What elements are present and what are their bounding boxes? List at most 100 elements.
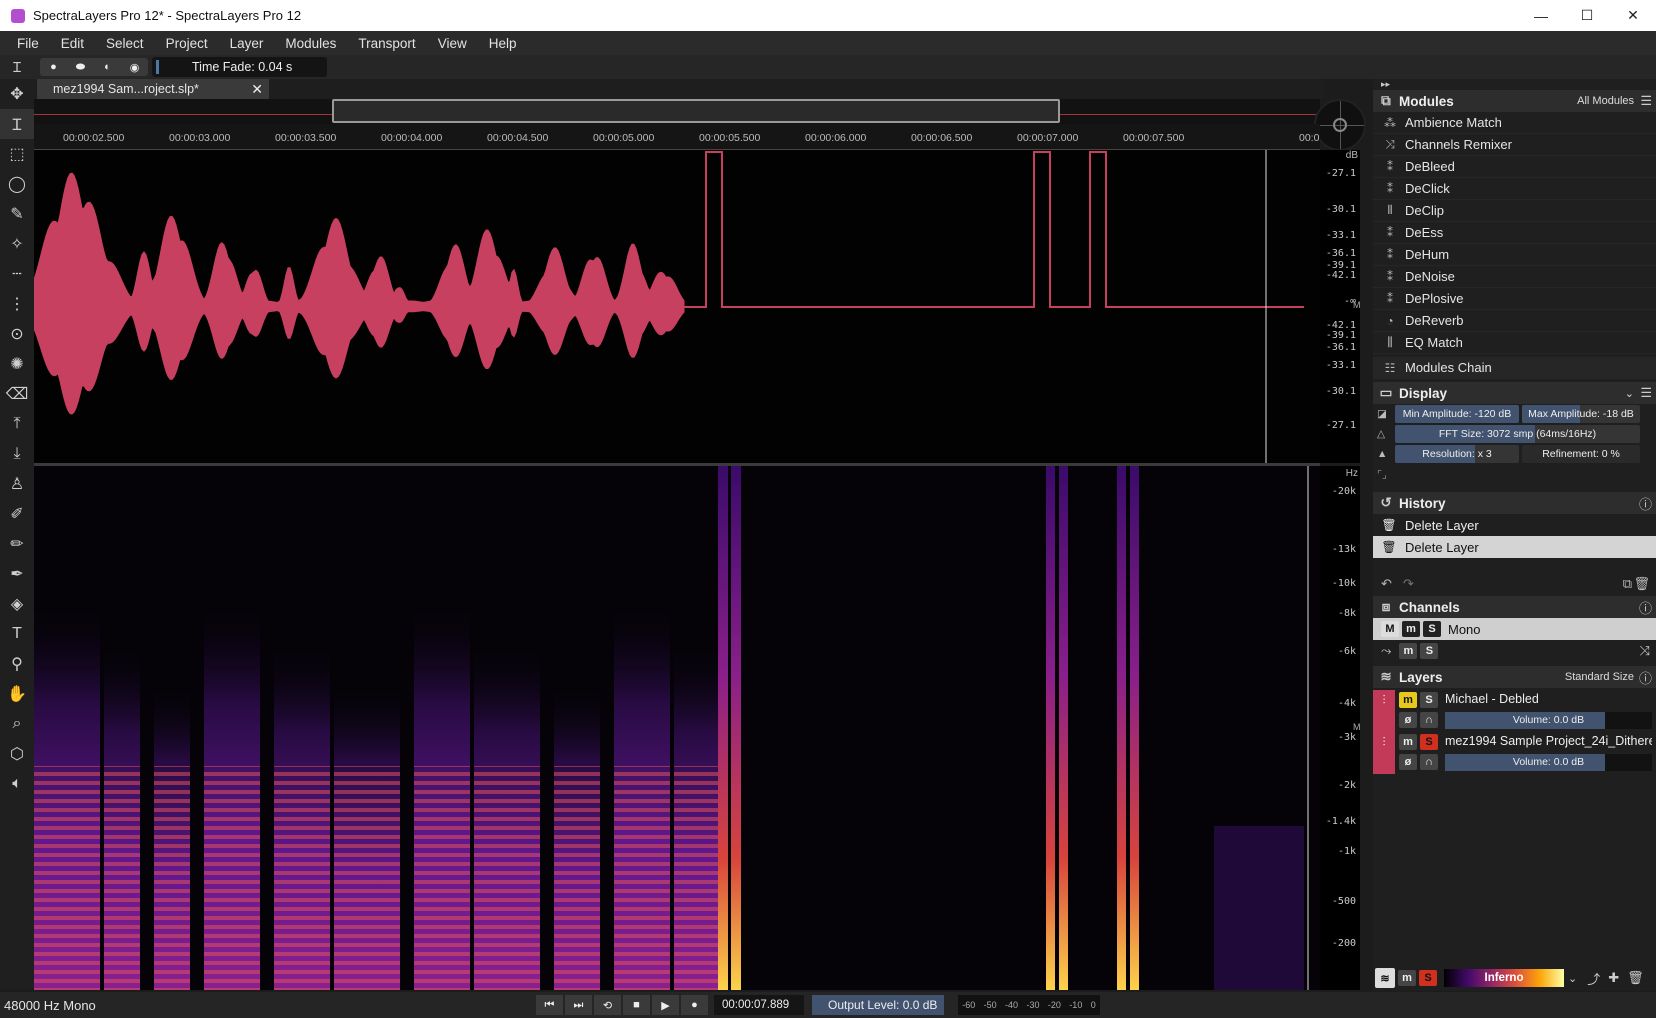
- history-item-selected[interactable]: 🗑︎ Delete Layer: [1373, 536, 1656, 558]
- route-icon[interactable]: ⤳: [1381, 643, 1391, 659]
- layers-header[interactable]: ≋ Layers Standard Size ⓘ: [1373, 666, 1656, 688]
- copy-icon[interactable]: ⧉: [1623, 576, 1632, 592]
- fft-size-slider[interactable]: FFT Size: 3072 smp (64ms/16Hz): [1395, 425, 1640, 443]
- channel-solo-button[interactable]: S: [1420, 643, 1439, 659]
- collapse-panels-icon[interactable]: ▸▸: [1373, 79, 1656, 90]
- colormap-dropdown[interactable]: Inferno: [1444, 969, 1564, 987]
- history-header[interactable]: ↺ History ⓘ: [1373, 492, 1656, 514]
- spot-selection-tool-icon[interactable]: ✺: [0, 349, 34, 379]
- menu-transport[interactable]: Transport: [347, 36, 426, 51]
- document-tab[interactable]: mez1994 Sam...roject.slp* ✕: [37, 79, 269, 99]
- mode-half-icon[interactable]: ◐: [94, 58, 121, 76]
- module-declick[interactable]: ⁑ DeClick: [1373, 178, 1656, 200]
- time-selection-tool-icon[interactable]: Ɪ: [0, 109, 34, 139]
- output-level-slider[interactable]: Output Level: 0.0 dB: [812, 995, 944, 1015]
- history-item[interactable]: 🗑︎ Delete Layer: [1373, 514, 1656, 536]
- frequency-selection-tool-icon[interactable]: ┄: [0, 259, 34, 289]
- chevron-down-icon[interactable]: ⌄: [1568, 972, 1577, 985]
- resolution-slider[interactable]: Resolution: x 3: [1395, 445, 1519, 463]
- waveform-view[interactable]: [34, 150, 1320, 463]
- maximize-button[interactable]: ☐: [1564, 0, 1610, 31]
- min-amplitude-slider[interactable]: Min Amplitude: -120 dB: [1395, 405, 1519, 423]
- module-dehum[interactable]: ⁑ DeHum: [1373, 244, 1656, 266]
- layers-stack-icon[interactable]: ≋: [1375, 968, 1395, 988]
- pencil-tool-icon[interactable]: ✏: [0, 529, 34, 559]
- layer-item[interactable]: ⫶ m S Michael - Debled ø ∩ Volume: 0.0 d…: [1373, 690, 1656, 732]
- module-declip[interactable]: ⫴ DeClip: [1373, 200, 1656, 222]
- modules-header[interactable]: ⧉ Modules All Modules ☰: [1373, 90, 1656, 112]
- layer-mute-button[interactable]: m: [1399, 692, 1417, 708]
- module-ambience-match[interactable]: ⁂ Ambience Match: [1373, 112, 1656, 134]
- shuffle-icon[interactable]: ⤨: [1640, 643, 1650, 659]
- menu-select[interactable]: Select: [95, 36, 155, 51]
- phase-invert-icon[interactable]: ø: [1399, 712, 1417, 728]
- channel-mute-button[interactable]: m: [1399, 643, 1418, 659]
- undo-icon[interactable]: ↶: [1381, 576, 1392, 592]
- phase-invert-icon[interactable]: ø: [1399, 754, 1417, 770]
- refinement-slider[interactable]: Refinement: 0 %: [1522, 445, 1640, 463]
- module-deplosive[interactable]: ⁑ DePlosive: [1373, 288, 1656, 310]
- mode-ring-icon[interactable]: ◉: [121, 58, 148, 76]
- add-layer-icon[interactable]: ✚: [1608, 970, 1619, 986]
- fill-tool-icon[interactable]: ◈: [0, 589, 34, 619]
- module-debleed[interactable]: ⁑ DeBleed: [1373, 156, 1656, 178]
- mode-circle-icon[interactable]: ●: [40, 58, 67, 76]
- global-solo-button[interactable]: S: [1419, 970, 1437, 986]
- heal-tool-icon[interactable]: ✐: [0, 499, 34, 529]
- menu-view[interactable]: View: [427, 36, 478, 51]
- help-icon[interactable]: ⓘ: [1639, 598, 1652, 617]
- menu-file[interactable]: File: [6, 36, 50, 51]
- layer-size-dropdown[interactable]: Standard Size: [1565, 671, 1634, 683]
- channel-mute-button[interactable]: m: [1402, 621, 1420, 637]
- modules-filter-dropdown[interactable]: All Modules: [1577, 95, 1634, 107]
- overview-scrollbar[interactable]: [34, 99, 1320, 124]
- harmonic-selection-tool-icon[interactable]: ⋮: [0, 289, 34, 319]
- clone-stamp-tool-icon[interactable]: ♙: [0, 469, 34, 499]
- delete-icon[interactable]: 🗑︎: [1633, 576, 1650, 592]
- menu-edit[interactable]: Edit: [50, 36, 95, 51]
- layer-solo-button[interactable]: S: [1420, 734, 1438, 750]
- hand-tool-icon[interactable]: ✋: [0, 679, 34, 709]
- spectrogram-view[interactable]: [34, 466, 1320, 990]
- new-layer-icon[interactable]: ⤴: [1587, 969, 1600, 988]
- 3d-view-icon[interactable]: ⬡: [0, 739, 34, 769]
- draw-tool-icon[interactable]: ✒: [0, 559, 34, 589]
- module-denoise[interactable]: ⁑ DeNoise: [1373, 266, 1656, 288]
- menu-help[interactable]: Help: [478, 36, 528, 51]
- rectangle-selection-tool-icon[interactable]: ⬚: [0, 139, 34, 169]
- magic-wand-tool-icon[interactable]: ✧: [0, 229, 34, 259]
- envelope-icon[interactable]: ∩: [1420, 754, 1438, 770]
- layer-solo-button[interactable]: S: [1420, 692, 1438, 708]
- module-dereverb[interactable]: ◔ DeReverb: [1373, 310, 1656, 332]
- global-mute-button[interactable]: m: [1398, 970, 1416, 986]
- module-modules-chain[interactable]: ☷ Modules Chain: [1373, 357, 1656, 379]
- time-fade-field[interactable]: Time Fade: 0.04 s: [152, 57, 327, 77]
- play-icon[interactable]: ▶: [652, 995, 679, 1015]
- stop-icon[interactable]: ■: [623, 995, 650, 1015]
- module-channels-remixer[interactable]: ⤨ Channels Remixer: [1373, 134, 1656, 156]
- amplify-tool-icon[interactable]: ⤒: [0, 409, 34, 439]
- text-tool-icon[interactable]: T: [0, 619, 34, 649]
- record-icon[interactable]: ●: [681, 995, 708, 1015]
- bracket-icon[interactable]: ⌜⌟: [1377, 469, 1393, 481]
- transient-selection-tool-icon[interactable]: ⊙: [0, 319, 34, 349]
- layer-volume-slider[interactable]: Volume: 0.0 dB: [1445, 712, 1652, 729]
- channel-mono-row[interactable]: M m S Mono: [1373, 618, 1656, 640]
- timecode-display[interactable]: 00:00:07.889: [714, 995, 804, 1015]
- eraser-tool-icon[interactable]: ⌫: [0, 379, 34, 409]
- panel-menu-icon[interactable]: ☰: [1640, 385, 1652, 401]
- move-tool-icon[interactable]: ✥: [0, 79, 34, 109]
- skip-back-icon[interactable]: ⏮: [536, 995, 563, 1015]
- redo-icon[interactable]: ↷: [1403, 576, 1414, 592]
- close-tab-icon[interactable]: ✕: [251, 79, 263, 99]
- overview-viewport-handle[interactable]: [332, 99, 1060, 123]
- chevron-down-icon[interactable]: ⌄: [1625, 387, 1634, 400]
- layer-volume-slider[interactable]: Volume: 0.0 dB: [1445, 754, 1652, 771]
- menu-project[interactable]: Project: [155, 36, 219, 51]
- speaker-icon[interactable]: 🔈︎: [0, 769, 34, 799]
- minimize-button[interactable]: —: [1518, 0, 1564, 31]
- brush-selection-tool-icon[interactable]: ✎: [0, 199, 34, 229]
- help-icon[interactable]: ⓘ: [1639, 494, 1652, 513]
- time-ruler[interactable]: 00:00:02.500 00:00:03.000 00:00:03.500 0…: [34, 124, 1320, 150]
- channel-solo-button[interactable]: S: [1423, 621, 1441, 637]
